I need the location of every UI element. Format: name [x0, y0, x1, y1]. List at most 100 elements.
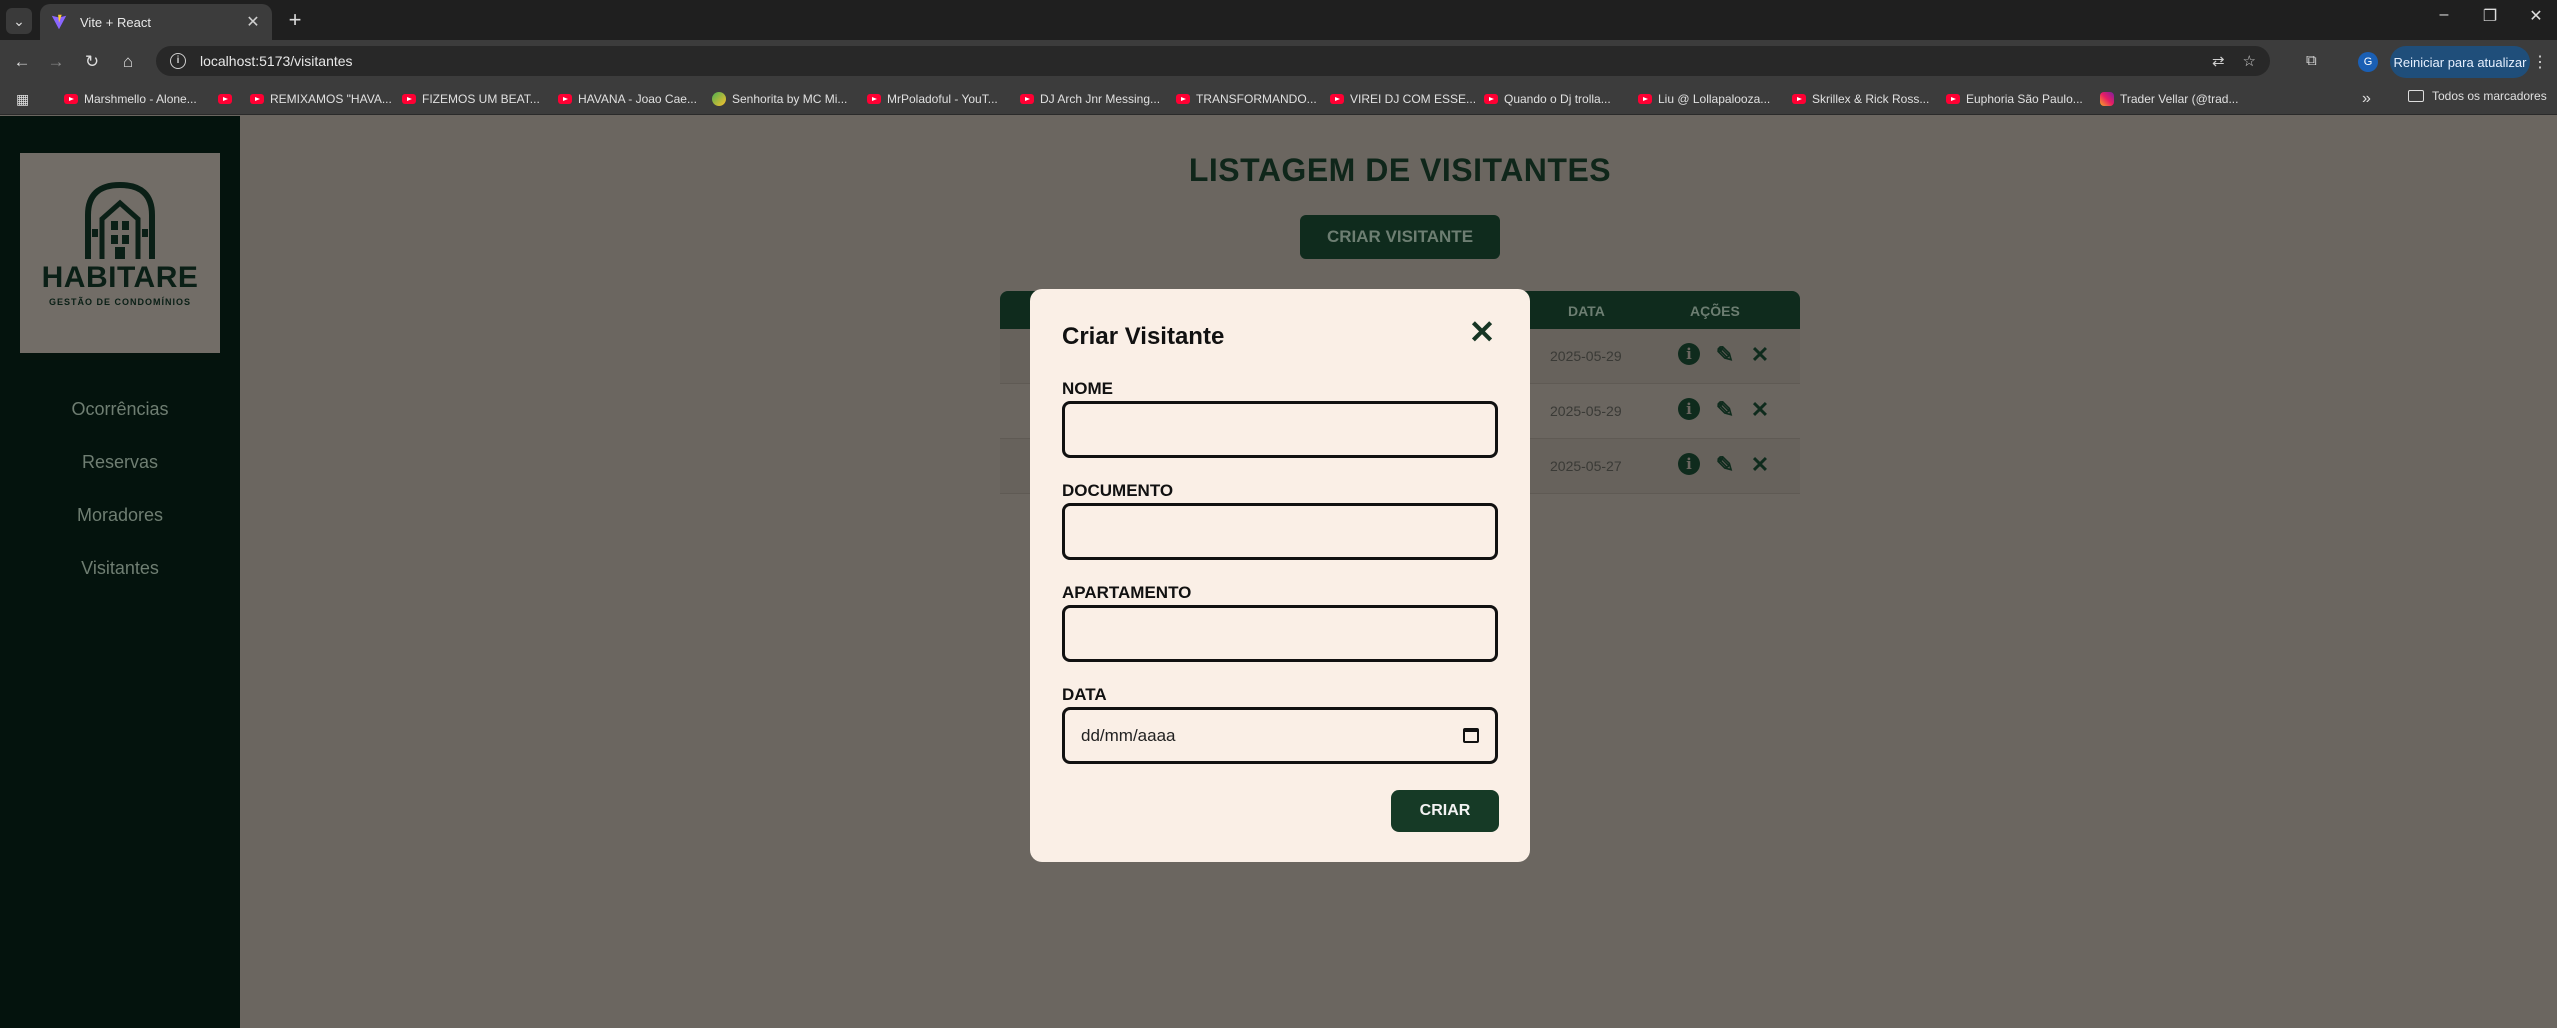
- bookmark-item[interactable]: Marshmello - Alone...: [64, 89, 197, 109]
- bookmark-label: Skrillex & Rick Ross...: [1812, 92, 1930, 106]
- folder-icon: [2408, 90, 2424, 102]
- youtube-icon: [558, 94, 572, 104]
- bookmark-item[interactable]: Euphoria São Paulo...: [1946, 89, 2083, 109]
- all-bookmarks-folder[interactable]: Todos os marcadores: [2408, 89, 2547, 103]
- restart-update-button[interactable]: Reiniciar para atualizar: [2390, 46, 2530, 78]
- bookmark-item[interactable]: Skrillex & Rick Ross...: [1792, 89, 1929, 109]
- more-bookmarks-icon[interactable]: »: [2362, 90, 2371, 108]
- bookmark-item[interactable]: FIZEMOS UM BEAT...: [402, 89, 540, 109]
- bookmark-label: Senhorita by MC Mi...: [732, 92, 848, 106]
- tab-search-chevron-icon[interactable]: ⌄: [6, 8, 32, 34]
- bookmark-label: HAVANA - Joao Cae...: [578, 92, 697, 106]
- apps-grid-icon[interactable]: ▦: [16, 91, 29, 108]
- info-icon[interactable]: i: [1678, 398, 1700, 420]
- youtube-icon: [1330, 94, 1344, 104]
- reload-icon[interactable]: ↻: [80, 50, 104, 74]
- youtube-icon: [1792, 94, 1806, 104]
- minimize-icon[interactable]: –: [2424, 6, 2464, 24]
- address-url[interactable]: localhost:5173/visitantes: [200, 53, 2194, 69]
- bookmark-item[interactable]: DJ Arch Jnr Messing...: [1020, 89, 1160, 109]
- extensions-icon[interactable]: ⧉: [2306, 52, 2317, 69]
- bookmark-item[interactable]: TRANSFORMANDO...: [1176, 89, 1317, 109]
- row-date: 2025-05-29: [1550, 403, 1622, 419]
- bookmark-label: Liu @ Lollapalooza...: [1658, 92, 1771, 106]
- documento-input[interactable]: [1062, 503, 1498, 560]
- bookmark-item[interactable]: VIREI DJ COM ESSE...: [1330, 89, 1476, 109]
- sidebar-item-moradores[interactable]: Moradores: [0, 505, 240, 526]
- profile-avatar[interactable]: G: [2358, 52, 2378, 72]
- documento-label: DOCUMENTO: [1062, 481, 1174, 500]
- bookmark-label: TRANSFORMANDO...: [1196, 92, 1317, 106]
- home-icon[interactable]: ⌂: [116, 50, 140, 74]
- tab-close-icon[interactable]: ✕: [244, 12, 262, 32]
- youtube-icon: [1638, 94, 1652, 104]
- nome-input[interactable]: [1062, 401, 1498, 458]
- bookmark-item[interactable]: Senhorita by MC Mi...: [712, 89, 847, 109]
- delete-icon[interactable]: ✕: [1748, 343, 1772, 367]
- bookmark-label: Trader Vellar (@trad...: [2120, 92, 2239, 106]
- address-bar[interactable]: i localhost:5173/visitantes ⇄ ☆: [156, 46, 2270, 76]
- apartamento-label: APARTAMENTO: [1062, 583, 1192, 602]
- youtube-icon: [64, 94, 78, 104]
- apartamento-input[interactable]: [1062, 605, 1498, 662]
- create-visitor-modal: Criar Visitante ✕ NOME DOCUMENTO APARTAM…: [1030, 289, 1530, 862]
- bookmark-label: Euphoria São Paulo...: [1966, 92, 2083, 106]
- bookmark-label: VIREI DJ COM ESSE...: [1350, 92, 1477, 106]
- browser-toolbar: ← → ↻ ⌂ i localhost:5173/visitantes ⇄ ☆ …: [0, 40, 2557, 83]
- logo-tagline: GESTÃO DE CONDOMÍNIOS: [48, 297, 191, 307]
- bookmark-item[interactable]: Trader Vellar (@trad...: [2100, 89, 2238, 109]
- sidebar-item-reservas[interactable]: Reservas: [0, 452, 240, 473]
- bookmark-item[interactable]: MrPoladoful - YouT...: [867, 89, 998, 109]
- modal-title: Criar Visitante: [1062, 323, 1225, 350]
- window-close-icon[interactable]: ✕: [2516, 6, 2556, 26]
- bookmark-item[interactable]: REMIXAMOS "HAVA...: [250, 89, 392, 109]
- edit-icon[interactable]: ✎: [1713, 453, 1737, 477]
- globe-icon: [712, 92, 726, 106]
- edit-icon[interactable]: ✎: [1713, 343, 1737, 367]
- youtube-icon: [1484, 94, 1498, 104]
- bookmark-item[interactable]: Quando o Dj trolla...: [1484, 89, 1611, 109]
- info-icon[interactable]: i: [1678, 453, 1700, 475]
- translate-icon[interactable]: ⇄: [2212, 52, 2225, 70]
- page-title: LISTAGEM DE VISITANTES: [1188, 152, 1612, 188]
- back-icon[interactable]: ←: [10, 50, 34, 74]
- bookmark-label: FIZEMOS UM BEAT...: [422, 92, 540, 106]
- restore-icon[interactable]: ❐: [2470, 6, 2510, 26]
- sidebar: HABITARE GESTÃO DE CONDOMÍNIOS Ocorrênci…: [0, 116, 240, 1028]
- bookmark-label: MrPoladoful - YouT...: [887, 92, 998, 106]
- bookmark-label: Marshmello - Alone...: [84, 92, 197, 106]
- forward-icon[interactable]: →: [44, 50, 68, 74]
- create-submit-button[interactable]: CRIAR: [1391, 790, 1499, 832]
- new-tab-icon[interactable]: +: [282, 8, 308, 34]
- bookmark-label: DJ Arch Jnr Messing...: [1040, 92, 1161, 106]
- vite-favicon-icon: [51, 14, 67, 30]
- browser-tab-bar: ⌄ Vite + React ✕ + – ❐ ✕: [0, 0, 2557, 40]
- edit-icon[interactable]: ✎: [1713, 398, 1737, 422]
- site-info-icon[interactable]: i: [170, 53, 186, 69]
- logo-name: HABITARE: [41, 261, 199, 294]
- bookmarks-folder-label: Todos os marcadores: [2432, 89, 2547, 103]
- youtube-icon: [867, 94, 881, 104]
- row-date: 2025-05-27: [1550, 458, 1622, 474]
- date-placeholder: dd/mm/aaaa: [1081, 725, 1176, 745]
- column-header-actions: AÇÕES: [1690, 303, 1740, 319]
- bookmark-item[interactable]: [218, 89, 238, 109]
- bookmark-item[interactable]: HAVANA - Joao Cae...: [558, 89, 697, 109]
- bookmark-star-icon[interactable]: ☆: [2243, 52, 2256, 70]
- sidebar-item-ocorrencias[interactable]: Ocorrências: [0, 399, 240, 420]
- date-input[interactable]: dd/mm/aaaa: [1062, 707, 1498, 764]
- create-visitor-button[interactable]: CRIAR VISITANTE: [1300, 215, 1500, 259]
- modal-close-icon[interactable]: ✕: [1466, 316, 1498, 349]
- browser-menu-icon[interactable]: ⋮: [2532, 52, 2548, 72]
- logo: HABITARE GESTÃO DE CONDOMÍNIOS: [20, 153, 220, 353]
- delete-icon[interactable]: ✕: [1748, 453, 1772, 477]
- info-icon[interactable]: i: [1678, 343, 1700, 365]
- browser-tab[interactable]: Vite + React ✕: [40, 4, 272, 40]
- instagram-icon: [2100, 92, 2114, 106]
- building-logo-icon: [85, 181, 155, 259]
- bookmark-item[interactable]: Liu @ Lollapalooza...: [1638, 89, 1770, 109]
- calendar-icon[interactable]: [1463, 728, 1479, 743]
- delete-icon[interactable]: ✕: [1748, 398, 1772, 422]
- youtube-icon: [1946, 94, 1960, 104]
- sidebar-item-visitantes[interactable]: Visitantes: [0, 558, 240, 579]
